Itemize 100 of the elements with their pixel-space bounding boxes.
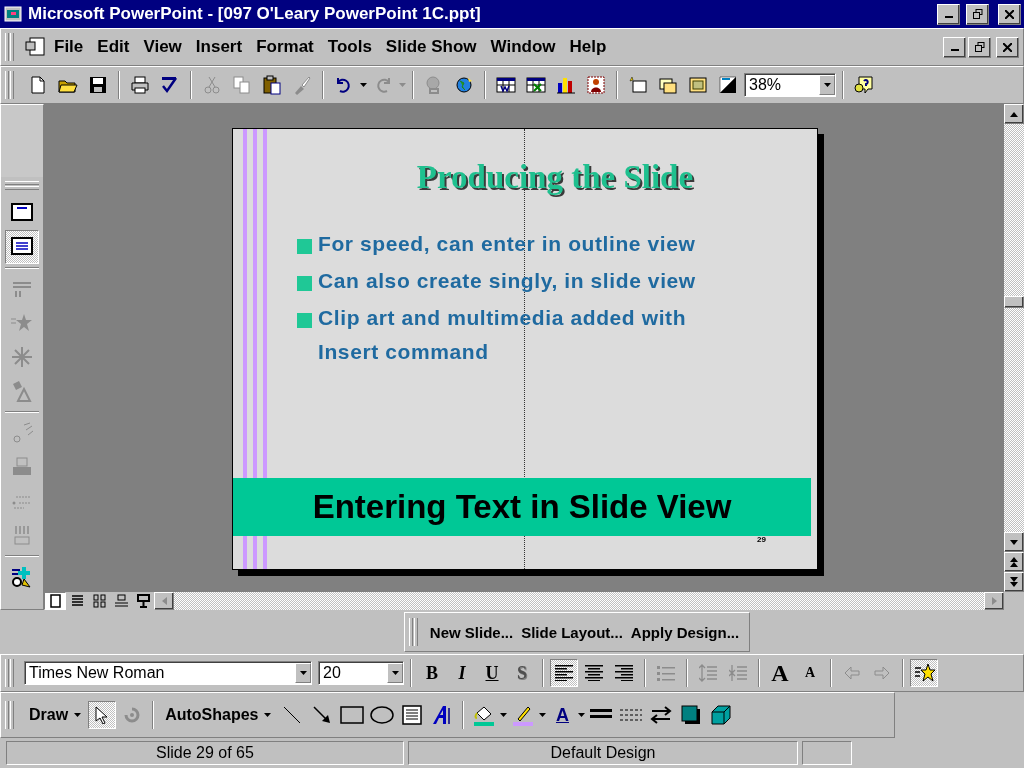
right-arrow-icon [874, 666, 890, 680]
caret-icon [578, 713, 586, 717]
minimize-button[interactable] [937, 3, 960, 25]
globe-icon [454, 75, 474, 95]
grayscale-icon [718, 75, 738, 95]
caret-icon [360, 83, 367, 87]
task-button[interactable]: New Slide... [425, 621, 518, 643]
bullet-list-icon [657, 665, 675, 681]
minimize-button[interactable] [943, 36, 966, 58]
clip-art-icon [586, 75, 606, 95]
shapes-icon [10, 379, 34, 403]
right-arrow-icon [991, 597, 997, 605]
align-left-button[interactable] [550, 659, 578, 687]
caret-icon [399, 83, 406, 87]
app-icon [4, 6, 22, 22]
spelling-check-icon [160, 75, 180, 95]
oval-icon [370, 705, 395, 725]
caret-icon [299, 671, 307, 675]
zoom-combo[interactable]: 38% [744, 73, 836, 97]
italic-button[interactable]: I [448, 659, 476, 687]
close-button[interactable] [998, 3, 1021, 25]
slide-layout-icon [658, 75, 678, 95]
task-button[interactable]: Slide Layout... [517, 621, 627, 643]
copy-icon [232, 75, 252, 95]
document-icon [24, 36, 46, 58]
paint-bucket-icon [473, 704, 496, 726]
left-arrow-icon [161, 597, 167, 605]
slide-show-icon [134, 593, 152, 609]
scroll-left-button[interactable] [154, 592, 174, 610]
text-box-icon [402, 705, 423, 725]
restore-button[interactable] [966, 3, 989, 25]
underline-button[interactable]: U [478, 659, 506, 687]
bullet-text: Clip art and multimedia added with Insert command [318, 305, 688, 365]
menu-item[interactable]: File [48, 35, 90, 59]
vertical-scrollbar[interactable] [1004, 104, 1024, 592]
shadow-button[interactable]: S [508, 659, 536, 687]
menu-item[interactable]: Edit [91, 35, 136, 59]
line-icon [283, 706, 302, 724]
scroll-up-button[interactable] [1004, 104, 1024, 124]
paintbrush-icon [292, 75, 312, 95]
new-document-icon [28, 75, 48, 95]
bold-button[interactable]: B [418, 659, 446, 687]
font-combo[interactable]: Times New Roman [24, 661, 312, 685]
restore-icon [974, 42, 985, 52]
decrease-font-button[interactable]: A [796, 659, 824, 687]
restore-button[interactable] [968, 36, 991, 58]
caret-icon [539, 713, 547, 717]
new-slide-icon [628, 75, 648, 95]
spreadsheet-icon [526, 75, 546, 95]
line-spacing-icon [699, 664, 717, 682]
animation-effects-button[interactable] [910, 659, 938, 687]
star-icon [913, 663, 935, 683]
menu-item[interactable]: Window [484, 35, 562, 59]
draw-menu-button[interactable]: Draw [24, 701, 87, 729]
menu-item[interactable]: Tools [321, 35, 378, 59]
scroll-down-button[interactable] [1004, 532, 1024, 552]
scroll-thumb[interactable] [1004, 296, 1024, 308]
cube-icon [710, 704, 733, 726]
autoshapes-menu-button[interactable]: AutoShapes [160, 701, 277, 729]
font-size-combo[interactable]: 20 [318, 661, 404, 685]
animation-icon [10, 565, 34, 589]
line-spacing-icon [729, 664, 747, 682]
menu-item[interactable]: Help [563, 35, 613, 59]
close-button[interactable] [996, 36, 1019, 58]
help-icon [854, 75, 874, 95]
slide-title: Producing the Slide [415, 159, 695, 196]
arrow-icon [313, 706, 332, 724]
printer-icon [130, 75, 150, 95]
previous-slide-button[interactable] [1004, 552, 1024, 572]
caret-icon [823, 83, 831, 87]
slide-sorter-icon [90, 593, 108, 609]
double-down-arrow-icon [1010, 577, 1018, 587]
shadow-icon [681, 705, 702, 725]
paste-icon [262, 75, 282, 95]
menu-item[interactable]: Format [250, 35, 320, 59]
next-slide-button[interactable] [1004, 572, 1024, 592]
outline-view-button[interactable] [5, 230, 39, 264]
menu-item[interactable]: View [137, 35, 188, 59]
slide-view-button[interactable] [44, 592, 66, 610]
scroll-right-button[interactable] [984, 592, 1004, 610]
font-color-button[interactable]: A [548, 701, 577, 729]
double-arrow-icon [650, 706, 673, 724]
down-arrow-icon [1010, 539, 1018, 545]
status-panel [802, 741, 852, 765]
window-title: Microsoft PowerPoint - [097 O'Leary PowerPoint 1C.ppt] [28, 4, 482, 24]
banner-text: Entering Text in Slide View [312, 488, 732, 526]
double-up-arrow-icon [1010, 557, 1018, 567]
save-icon [88, 75, 108, 95]
bullet-icon [297, 276, 312, 291]
select-objects-button[interactable] [88, 701, 117, 729]
task-button[interactable]: Apply Design... [626, 621, 744, 643]
status-panel: Slide 29 of 65 [6, 741, 404, 765]
menu-item[interactable]: Slide Show [379, 35, 483, 59]
bullet-icon [297, 239, 312, 254]
menu-item[interactable]: Insert [189, 35, 249, 59]
increase-font-button[interactable]: A [766, 659, 794, 687]
bullet-text: For speed, can enter in outline view [318, 231, 697, 257]
align-right-icon [615, 665, 633, 681]
caret-icon [264, 713, 272, 717]
horizontal-scrollbar[interactable] [154, 592, 1004, 610]
